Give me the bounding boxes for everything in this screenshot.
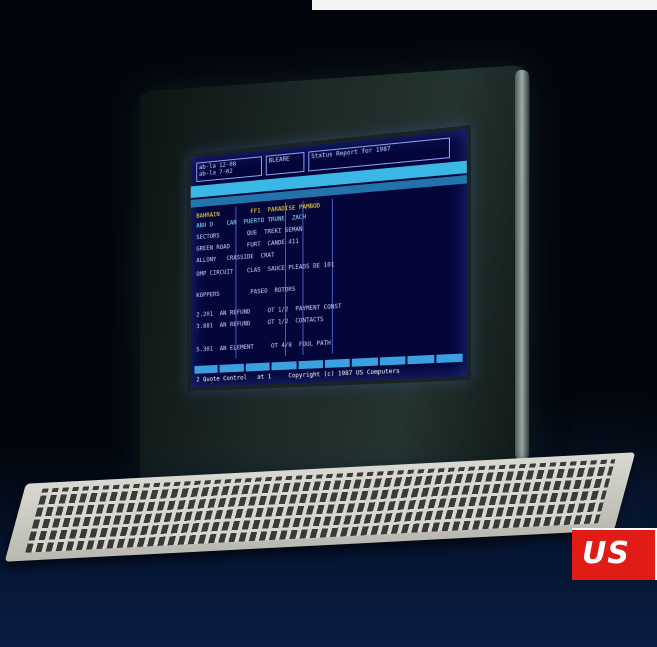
screen-column-divider <box>302 200 304 356</box>
function-key <box>379 356 406 366</box>
photo-scene: ab-la 12-08 ab-la 7-02 BLEARE Status Rep… <box>0 0 657 647</box>
screen-header-box-1: ab-la 12-08 ab-la 7-02 <box>196 156 262 183</box>
screen-column-divider <box>331 198 333 354</box>
function-key <box>219 363 244 373</box>
screen-column-divider <box>235 206 237 359</box>
brand-logo-text: US <box>582 536 630 571</box>
monitor-screen: ab-la 12-08 ab-la 7-02 BLEARE Status Rep… <box>187 125 472 392</box>
function-key <box>407 354 434 365</box>
function-key <box>298 360 324 370</box>
function-key <box>325 358 351 368</box>
function-key <box>194 364 218 374</box>
function-key <box>271 361 297 371</box>
function-key <box>436 353 463 364</box>
monitor-side-edge <box>515 70 529 460</box>
screen-column-divider <box>284 202 286 356</box>
function-key <box>245 362 270 372</box>
function-key <box>352 357 378 367</box>
brand-logo: US <box>572 528 657 580</box>
screen-header-box-2: BLEARE <box>265 151 305 176</box>
